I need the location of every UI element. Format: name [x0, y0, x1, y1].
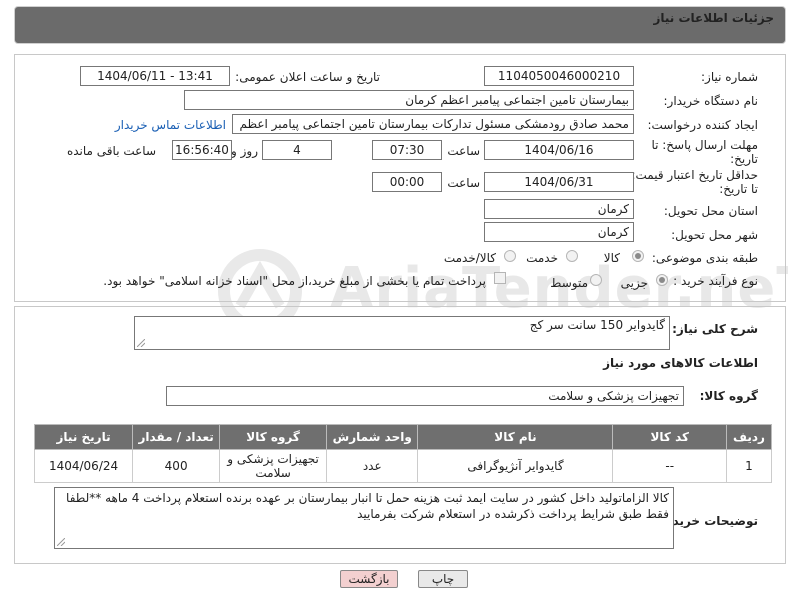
validity-label-2: تا تاریخ:	[719, 182, 758, 196]
validity-label: حداقل تاریخ اعتبار قیمت:	[631, 168, 758, 182]
cell-group: تجهیزات پزشکی و سلامت	[219, 449, 328, 483]
validity-date-field: 1404/06/31	[484, 172, 634, 192]
payment-note: پرداخت تمام یا بخشی از مبلغ خرید،از محل …	[103, 274, 486, 288]
page-title: جزئیات اطلاعات نیاز	[653, 11, 774, 25]
cell-date: 1404/06/24	[33, 449, 134, 483]
category-radio-goods[interactable]	[632, 250, 644, 262]
summary-text: گایدوایر 150 سانت سر کج	[529, 318, 665, 332]
goods-group-field: تجهیزات پزشکی و سلامت	[166, 386, 684, 406]
resize-grip-icon[interactable]	[57, 538, 65, 546]
goods-group-label: گروه کالا:	[699, 389, 758, 403]
remaining-label: ساعت باقی مانده	[66, 144, 156, 158]
deadline-time-field: 07:30	[372, 140, 442, 160]
goods-info-title: اطلاعات کالاهای مورد نیاز	[603, 356, 758, 370]
cell-unit: عدد	[326, 449, 419, 483]
col-qty: تعداد / مقدار	[132, 424, 221, 450]
resize-grip-icon[interactable]	[137, 339, 145, 347]
process-radio-minor[interactable]	[656, 274, 668, 286]
validity-time-label: ساعت	[447, 176, 480, 190]
cell-code: --	[612, 449, 727, 483]
buyer-notes-line-1: کالا الزاماتولید داخل کشور در سایت ایمد …	[66, 491, 669, 505]
back-button[interactable]: بازگشت	[340, 570, 398, 588]
cell-row: 1	[725, 449, 773, 483]
category-option-goods: کالا	[603, 251, 620, 265]
city-label: شهر محل تحویل:	[671, 228, 758, 242]
deadline-date-field: 1404/06/16	[484, 140, 634, 160]
process-label: نوع فرآیند خرید :	[673, 274, 758, 288]
summary-field: گایدوایر 150 سانت سر کج	[134, 316, 670, 350]
cell-qty: 400	[132, 449, 221, 483]
days-label: روز و	[231, 144, 258, 158]
category-option-service: خدمت	[526, 251, 558, 265]
col-code: کد کالا	[612, 424, 727, 450]
validity-time-field: 00:00	[372, 172, 442, 192]
payment-checkbox[interactable]	[494, 272, 506, 284]
col-group: گروه کالا	[219, 424, 328, 450]
category-label: طبقه بندی موضوعی:	[651, 251, 758, 265]
announce-label: تاریخ و ساعت اعلان عمومی:	[235, 70, 380, 84]
creator-field: محمد صادق رودمشکی مسئول تدارکات بیمارستا…	[232, 114, 634, 134]
category-option-both: کالا/خدمت	[443, 251, 496, 265]
need-number-label: شماره نیاز:	[701, 70, 758, 84]
deadline-label: مهلت ارسال پاسخ: تا	[651, 138, 758, 152]
col-name: نام کالا	[417, 424, 614, 450]
city-field: کرمان	[484, 222, 634, 242]
summary-label: شرح کلی نیاز:	[672, 322, 758, 336]
remaining-time-field: 16:56:40	[172, 140, 232, 160]
contact-info-link[interactable]: اطلاعات تماس خریدار	[115, 118, 226, 132]
table-header-row: ردیف کد کالا نام کالا واحد شمارش گروه کا…	[33, 424, 773, 450]
buyer-notes-field: کالا الزاماتولید داخل کشور در سایت ایمد …	[54, 487, 674, 549]
col-unit: واحد شمارش	[326, 424, 419, 450]
need-number-field: 1104050046000210	[484, 66, 634, 86]
table-row: 1 -- گایدوایر آنژیوگرافی عدد تجهیزات پزش…	[33, 449, 773, 483]
buyer-notes-line-2: فقط طبق شرایط پرداخت ذکرشده در استعلام ش…	[357, 507, 669, 521]
col-date: تاریخ نیاز	[33, 424, 134, 450]
announce-date-field: 1404/06/11 - 13:41	[80, 66, 230, 86]
buyer-org-field: بیمارستان تامین اجتماعی پیامبر اعظم کرما…	[184, 90, 634, 110]
process-radio-medium[interactable]	[590, 274, 602, 286]
col-row: ردیف	[725, 424, 773, 450]
category-radio-both[interactable]	[504, 250, 516, 262]
deadline-label-2: تاریخ:	[730, 152, 758, 166]
process-option-minor: جزیی	[620, 276, 648, 290]
province-field: کرمان	[484, 199, 634, 219]
province-label: استان محل تحویل:	[663, 204, 758, 218]
days-remaining-field: 4	[262, 140, 332, 160]
goods-table: ردیف کد کالا نام کالا واحد شمارش گروه کا…	[33, 424, 773, 484]
deadline-time-label: ساعت	[447, 144, 480, 158]
creator-label: ایجاد کننده درخواست:	[647, 118, 758, 132]
process-option-medium: متوسط	[550, 276, 588, 290]
category-radio-service[interactable]	[566, 250, 578, 262]
buyer-org-label: نام دستگاه خریدار:	[663, 94, 759, 108]
print-button[interactable]: چاپ	[418, 570, 468, 588]
cell-name: گایدوایر آنژیوگرافی	[417, 449, 614, 483]
